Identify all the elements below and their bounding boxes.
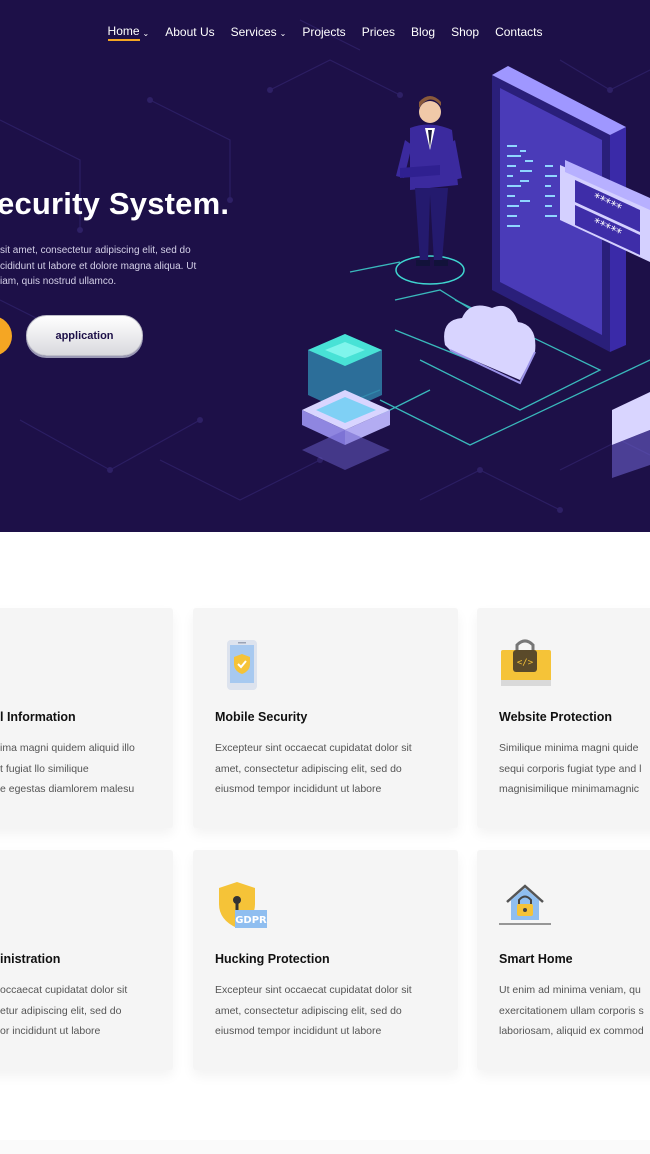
service-title: l Information: [0, 710, 76, 724]
service-line: occaecat cupidatat dolor sit: [0, 984, 128, 996]
nav-item-shop[interactable]: Shop: [451, 22, 479, 42]
service-description: occaecat cupidatat dolor sit etur adipis…: [0, 980, 127, 1042]
chevron-down-icon: ⌄: [142, 28, 150, 38]
service-line: amet, consectetur adipiscing elit, sed d…: [215, 1004, 402, 1017]
service-line: exercitationem ullam corporis s: [499, 1004, 644, 1017]
service-line: Ut enim ad minima veniam, qu: [499, 984, 641, 996]
service-card[interactable]: GDPR Hucking Protection Excepteur sint o…: [193, 850, 458, 1070]
service-line: Excepteur sint occaecat cupidatat dolor …: [215, 984, 412, 996]
gdpr-badge-text: GDPR: [235, 915, 267, 926]
main-nav: Home ⌄ About Us Services ⌄ Projects Pric…: [0, 22, 650, 42]
application-button[interactable]: application: [26, 315, 143, 356]
service-description: Similique minima magni quide sequi corpo…: [499, 738, 641, 800]
service-line: ima magni quidem aliquid illo: [0, 742, 135, 754]
nav-item-about-us[interactable]: About Us: [165, 22, 214, 42]
service-line: e egestas diamlorem malesu: [0, 783, 135, 795]
service-line: or incididunt ut labore: [0, 1025, 101, 1037]
hero-text-line: cididunt ut labore et dolore magna aliqu…: [0, 260, 197, 272]
service-line: etur adipiscing elit, sed do: [0, 1004, 122, 1017]
service-title: Website Protection: [499, 710, 612, 724]
service-card[interactable]: Mobile Security Excepteur sint occaecat …: [193, 608, 458, 828]
service-description: ima magni quidem aliquid illo t fugiat l…: [0, 738, 135, 800]
service-line: eiusmod tempor incididunt ut labore: [215, 1025, 382, 1037]
hero-description: sit amet, consectetur adipiscing elit, s…: [0, 243, 240, 290]
service-line: eiusmod tempor incididunt ut labore: [215, 783, 382, 795]
service-title: Mobile Security: [215, 710, 308, 724]
chevron-down-icon: ⌄: [279, 28, 287, 38]
nav-item-home[interactable]: Home ⌄: [107, 22, 150, 42]
hero-text-line: iam, quis nostrud ullamco.: [0, 276, 117, 287]
service-line: magnisimilique minimamagnic: [499, 783, 640, 795]
nav-about-label: About Us: [165, 25, 215, 39]
nav-projects-label: Projects: [302, 25, 346, 39]
service-description: Excepteur sint occaecat cupidatat dolor …: [215, 738, 412, 800]
service-line: Similique minima magni quide: [499, 742, 639, 754]
hero-text-line: sit amet, consectetur adipiscing elit, s…: [0, 245, 191, 256]
nav-item-contacts[interactable]: Contacts: [495, 22, 542, 42]
nav-item-blog[interactable]: Blog: [411, 22, 435, 42]
next-section-edge: [0, 1140, 650, 1154]
nav-item-prices[interactable]: Prices: [362, 22, 395, 42]
nav-shop-label: Shop: [451, 25, 480, 39]
nav-item-services[interactable]: Services ⌄: [231, 22, 287, 42]
service-line: amet, consectetur adipiscing elit, sed d…: [215, 762, 402, 775]
nav-item-projects[interactable]: Projects: [302, 22, 345, 42]
service-line: sequi corporis fugiat type and l: [499, 762, 642, 775]
nav-services-label: Services: [230, 25, 277, 39]
monitor-lock-code-icon: </>: [501, 639, 551, 686]
service-card[interactable]: </> Website Protection Similique minima …: [477, 608, 650, 828]
gdpr-shield-icon: GDPR: [219, 882, 267, 928]
service-title: Hucking Protection: [215, 952, 330, 966]
nav-prices-label: Prices: [361, 25, 396, 39]
hero-headline: ecurity System.: [0, 186, 230, 221]
service-card[interactable]: Smart Home Ut enim ad minima veniam, qu …: [477, 850, 650, 1070]
nav-blog-label: Blog: [411, 25, 436, 39]
hero-section: ***** ***** Home ⌄ About Us Services ⌄ P…: [0, 0, 650, 532]
svg-text:</>: </>: [517, 658, 534, 668]
service-line: Excepteur sint occaecat cupidatat dolor …: [215, 742, 412, 754]
nav-home-label: Home: [107, 24, 140, 41]
service-description: Ut enim ad minima veniam, qu exercitatio…: [499, 980, 644, 1042]
service-title: Smart Home: [499, 952, 573, 966]
nav-contacts-label: Contacts: [495, 25, 543, 39]
service-card[interactable]: l Information ima magni quidem aliquid i…: [0, 608, 173, 828]
service-line: t fugiat llo similique: [0, 762, 89, 775]
mobile-shield-icon: [227, 640, 257, 690]
smart-home-lock-icon: [499, 884, 551, 925]
service-description: Excepteur sint occaecat cupidatat dolor …: [215, 980, 412, 1042]
service-card[interactable]: inistration occaecat cupidatat dolor sit…: [0, 850, 173, 1070]
service-line: laboriosam, aliquid ex commod: [499, 1025, 644, 1037]
service-title: inistration: [0, 952, 61, 966]
